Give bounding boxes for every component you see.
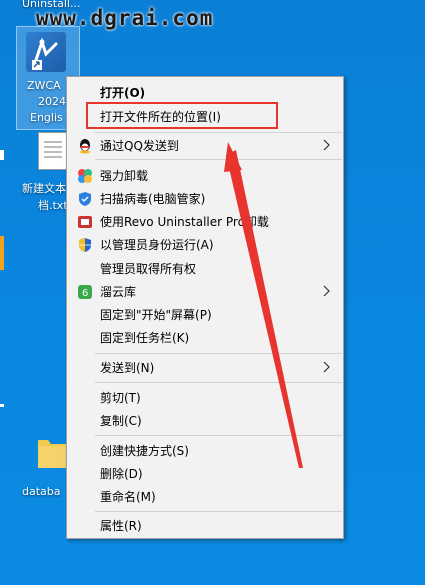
zwcad-label-line1: ZWCA [27, 79, 61, 92]
zwcad-label-line3: Englis [30, 111, 63, 124]
menu-item-virus-scan[interactable]: 扫描病毒(电脑管家) [67, 187, 343, 210]
menu-item-label: 创建快捷方式(S) [100, 444, 189, 458]
menu-item-send-to[interactable]: 发送到(N) [67, 356, 343, 379]
menu-item-open[interactable]: 打开(O) [67, 81, 343, 104]
menu-item-create-shortcut[interactable]: 创建快捷方式(S) [67, 439, 343, 462]
folder-label: databa [22, 485, 61, 498]
pinwheel-icon [77, 168, 93, 184]
edge-mark [0, 404, 4, 407]
menu-item-label: 删除(D) [100, 467, 143, 481]
menu-item-force-uninstall[interactable]: 强力卸载 [67, 164, 343, 187]
menu-item-label: 固定到任务栏(K) [100, 331, 190, 345]
qq-icon [77, 138, 93, 154]
menu-separator [95, 159, 342, 160]
zwcad-label-line2: 2024 [38, 95, 66, 108]
menu-separator [95, 511, 342, 512]
menu-item-label: 剪切(T) [100, 391, 141, 405]
menu-item-label: 属性(R) [100, 519, 142, 533]
menu-item-label: 发送到(N) [100, 361, 155, 375]
menu-item-send-via-qq[interactable]: 通过QQ发送到 [67, 134, 343, 157]
menu-item-take-ownership[interactable]: 管理员取得所有权 [67, 257, 343, 280]
menu-item-delete[interactable]: 删除(D) [67, 462, 343, 485]
menu-separator [95, 435, 342, 436]
menu-item-revo-uninstall[interactable]: 使用Revo Uninstaller Pro卸载 [67, 210, 343, 233]
menu-item-pin-to-start[interactable]: 固定到"开始"屏幕(P) [67, 303, 343, 326]
menu-item-label: 重命名(M) [100, 490, 156, 504]
menu-item-label: 打开(O) [100, 86, 146, 100]
menu-item-label: 固定到"开始"屏幕(P) [100, 308, 212, 322]
cloud-six-icon: 6 [77, 284, 93, 300]
menu-item-run-as-admin[interactable]: 以管理员身份运行(A) [67, 233, 343, 256]
menu-item-label: 扫描病毒(电脑管家) [100, 192, 206, 206]
menu-separator [95, 132, 342, 133]
submenu-arrow-icon [319, 138, 333, 152]
text-document-label-line2: 档.txt [38, 199, 68, 212]
text-document-icon[interactable] [38, 132, 68, 170]
context-menu: 打开(O) 打开文件所在的位置(I) 通过QQ发送到 强力卸载 扫描病毒(电脑管… [66, 76, 344, 539]
menu-item-label: 强力卸载 [100, 169, 149, 183]
menu-item-cut[interactable]: 剪切(T) [67, 386, 343, 409]
submenu-arrow-icon [319, 284, 333, 298]
annotation-highlight-box [86, 102, 278, 129]
menu-item-properties[interactable]: 属性(R) [67, 514, 343, 537]
edge-icon-fragment [0, 236, 4, 270]
menu-item-label: 管理员取得所有权 [100, 262, 197, 276]
menu-item-pin-to-taskbar[interactable]: 固定到任务栏(K) [67, 326, 343, 349]
menu-separator [95, 382, 342, 383]
menu-item-label: 溜云库 [100, 285, 137, 299]
text-document-label-line1: 新建文本 [22, 182, 66, 195]
menu-item-label: 使用Revo Uninstaller Pro卸载 [100, 215, 269, 229]
revo-icon [77, 214, 93, 230]
submenu-arrow-icon [319, 360, 333, 374]
menu-item-label: 以管理员身份运行(A) [100, 238, 214, 252]
menu-item-label: 复制(C) [100, 414, 142, 428]
menu-item-rename[interactable]: 重命名(M) [67, 485, 343, 508]
menu-item-copy[interactable]: 复制(C) [67, 409, 343, 432]
folder-icon[interactable] [36, 436, 68, 470]
menu-item-cloud-library[interactable]: 6 溜云库 [67, 280, 343, 303]
uac-shield-icon [77, 237, 93, 253]
menu-separator [95, 353, 342, 354]
edge-mark [0, 150, 4, 160]
zwcad-app-icon[interactable] [26, 32, 66, 72]
menu-item-label: 通过QQ发送到 [100, 139, 179, 153]
svg-text:6: 6 [82, 288, 88, 299]
shield-icon [77, 191, 93, 207]
